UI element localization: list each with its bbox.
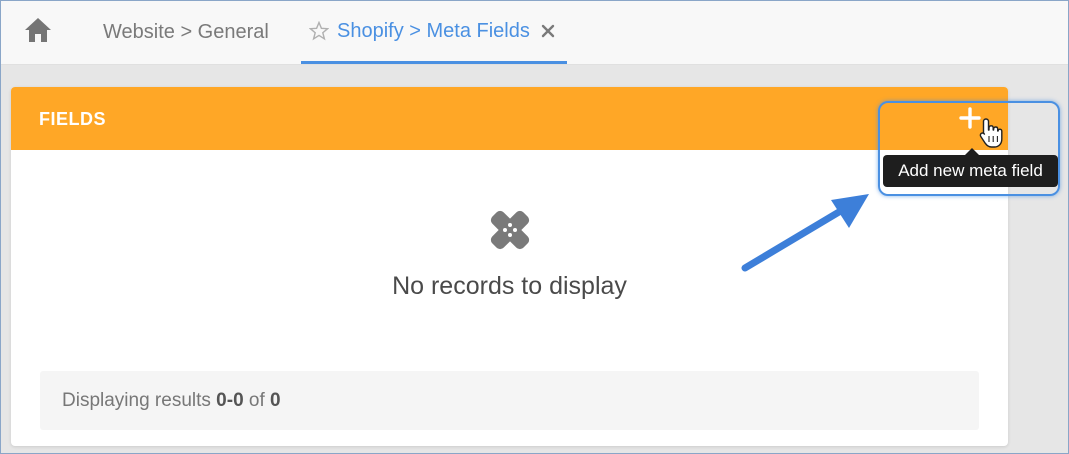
results-range: 0-0 [216,390,244,411]
annotation-arrow [741,194,869,272]
bandage-icon [490,210,530,250]
home-icon [25,18,51,42]
tab-website-general[interactable]: Website > General [103,1,269,64]
tab-label: Website > General [103,21,269,43]
results-of: of [243,390,271,411]
home-button[interactable] [23,16,53,44]
add-meta-field-tooltip: Add new meta field [883,155,1058,187]
panel-title: FIELDS [39,109,107,129]
tab-shopify-meta-fields[interactable]: Shopify > Meta Fields [301,1,567,64]
star-outline-icon[interactable] [309,21,329,41]
close-icon[interactable] [540,23,556,39]
panel-header: FIELDS [11,87,1008,150]
results-prefix: Displaying results [62,390,217,411]
results-total: 0 [270,390,281,411]
tab-label: Shopify > Meta Fields [337,19,530,42]
pagination-bar: Displaying results 0-0 of 0 [40,371,979,430]
hand-cursor-icon [979,118,1003,148]
results-summary: Displaying results 0-0 of 0 [62,390,281,412]
tooltip-arrow [965,148,979,155]
tab-bar: Website > General Shopify > Meta Fields [1,1,1068,65]
